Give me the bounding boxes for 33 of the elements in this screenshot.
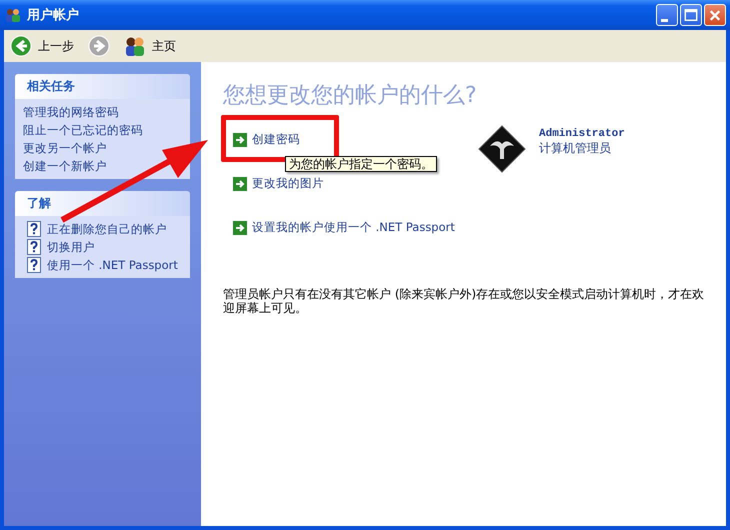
account-type: 计算机管理员 (539, 140, 612, 157)
panel-header: 了解 (15, 191, 190, 216)
back-button[interactable]: 上一步 (8, 33, 76, 59)
panel-header: 相关任务 (15, 74, 190, 99)
task-link[interactable]: 更改另一个帐户 (23, 140, 107, 156)
task-link[interactable]: 创建一个新帐户 (23, 158, 107, 174)
tooltip: 为您的帐户指定一个密码。 (285, 156, 437, 172)
help-link[interactable]: 使用一个 .NET Passport (47, 257, 178, 273)
help-icon (27, 221, 41, 237)
users-icon (5, 7, 21, 23)
account-name: Administrator (539, 128, 625, 140)
account-picture-icon (477, 124, 527, 174)
task-link[interactable]: 阻止一个已忘记的密码 (23, 122, 143, 138)
task-link[interactable]: 设置我的帐户使用一个 .NET Passport (252, 220, 455, 235)
minimize-icon (660, 18, 668, 22)
arrow-icon (233, 132, 247, 146)
task-link[interactable]: 管理我的网络密码 (23, 104, 119, 120)
help-link[interactable]: 切换用户 (47, 239, 95, 255)
window-title: 用户帐户 (27, 6, 80, 24)
minimize-button[interactable] (656, 4, 678, 26)
home-button[interactable]: 主页 (122, 33, 178, 59)
users-icon (124, 35, 146, 57)
help-link[interactable]: 正在删除您自己的帐户 (47, 221, 167, 237)
info-text: 管理员帐户只有在没有其它帐户 (除来宾帐户外)存在或您以安全模式启动计算机时，才在欢迎屏幕上可见。 (223, 287, 706, 315)
arrow-icon (233, 220, 247, 234)
close-button[interactable] (704, 4, 726, 26)
task-link[interactable]: 创建密码 (252, 132, 300, 147)
maximize-button[interactable] (680, 4, 702, 26)
arrow-icon (233, 176, 247, 190)
help-icon (27, 257, 41, 273)
page-heading: 您想更改您的帐户的什么? (223, 82, 478, 110)
help-icon (27, 239, 41, 255)
task-link[interactable]: 更改我的图片 (252, 176, 324, 191)
